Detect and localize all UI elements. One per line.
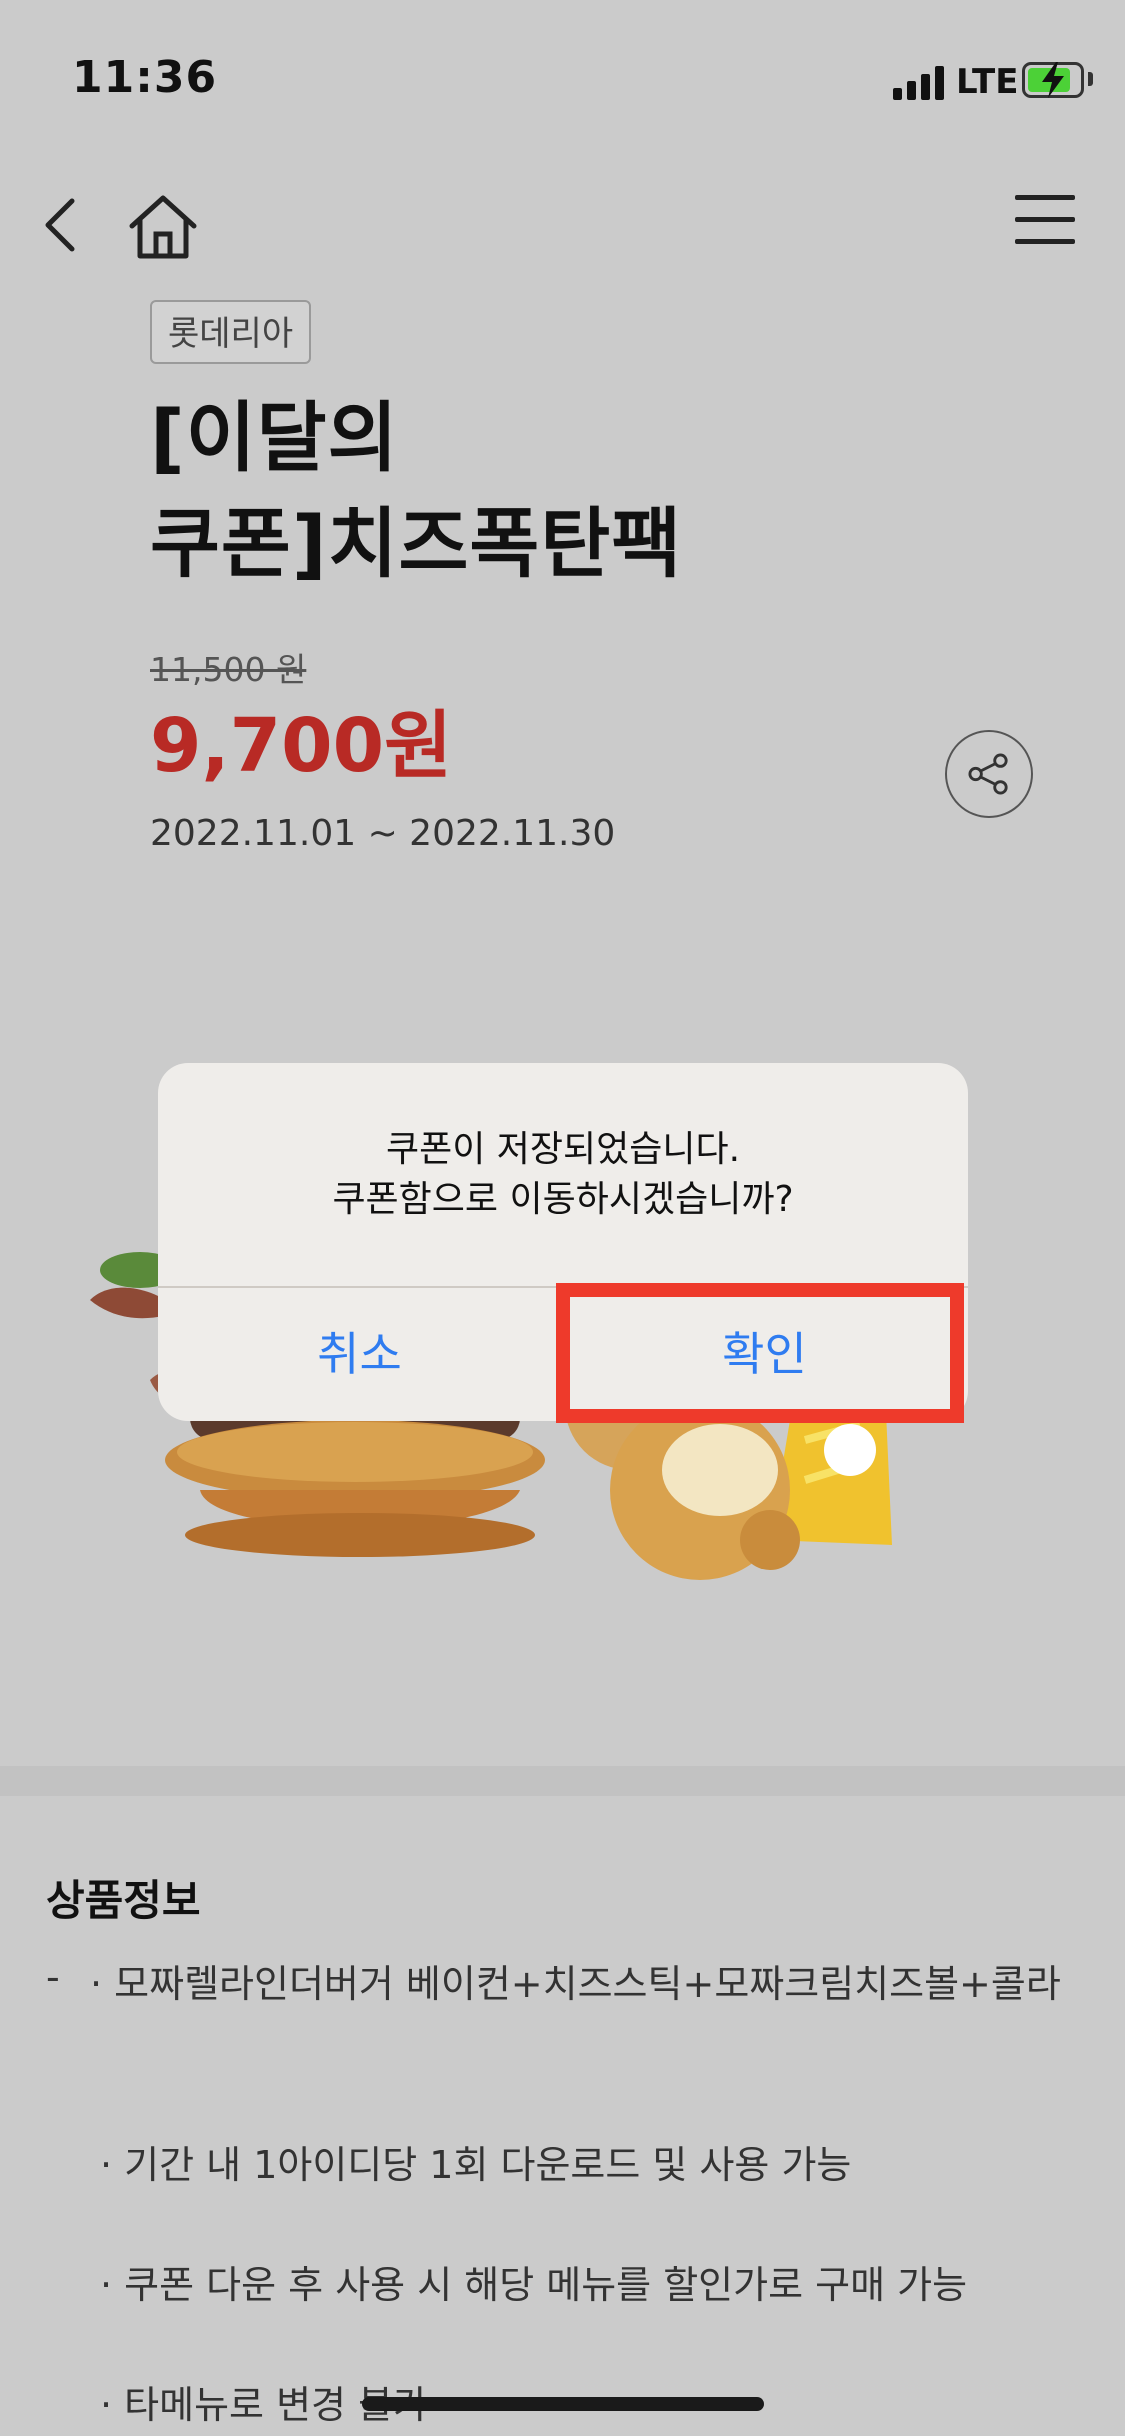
- list-dash: -: [46, 1955, 60, 1999]
- info-item: · 기간 내 1아이디당 1회 다운로드 및 사용 가능: [100, 2143, 852, 2187]
- charging-icon: [1042, 62, 1064, 98]
- coupon-period: 2022.11.01 ~ 2022.11.30: [150, 813, 616, 854]
- share-button[interactable]: [945, 730, 1033, 818]
- product-title-line-2: 쿠폰]치즈폭탄팩: [150, 499, 683, 588]
- menu-button[interactable]: [1015, 193, 1081, 249]
- info-item: · 쿠폰 다운 후 사용 시 해당 메뉴를 할인가로 구매 가능: [100, 2263, 968, 2307]
- brand-tag: 롯데리아: [150, 300, 312, 364]
- home-button[interactable]: [128, 194, 198, 260]
- back-button[interactable]: [38, 195, 88, 255]
- network-label: LTE: [956, 62, 1019, 102]
- product-title-line-1: [이달의: [150, 393, 399, 482]
- dialog-message: 쿠폰이 저장되었습니다. 쿠폰함으로 이동하시겠습니까?: [158, 1125, 968, 1225]
- signal-icon: [893, 66, 945, 100]
- share-icon: [968, 753, 1008, 795]
- cancel-button[interactable]: 취소: [158, 1288, 561, 1421]
- sale-price: 9,700원: [150, 703, 453, 789]
- confirm-highlight-box: [556, 1283, 964, 1423]
- info-item: · 모짜렐라인더버거 베이컨+치즈스틱+모짜크림치즈볼+콜라: [90, 1962, 1061, 2006]
- dialog-message-line-1: 쿠폰이 저장되었습니다.: [385, 1129, 741, 1170]
- product-info-title: 상품정보: [46, 1876, 201, 1925]
- home-indicator: [362, 2397, 764, 2411]
- product-title: [이달의 쿠폰]치즈폭탄팩: [150, 385, 870, 597]
- original-price: 11,500 원: [150, 650, 307, 689]
- section-divider: [0, 1766, 1125, 1796]
- battery-cap: [1088, 72, 1093, 86]
- status-time: 11:36: [72, 52, 218, 103]
- dialog-message-line-2: 쿠폰함으로 이동하시겠습니까?: [332, 1179, 794, 1220]
